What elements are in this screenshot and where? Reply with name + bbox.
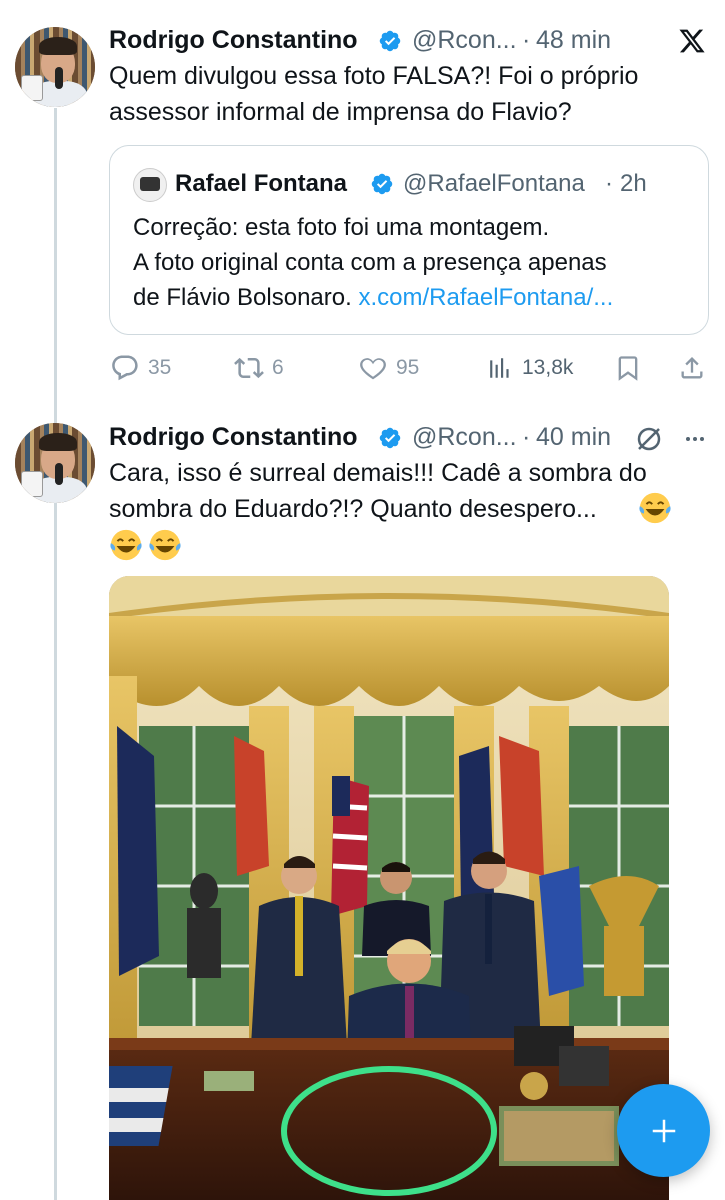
reply-button[interactable]: 35: [110, 350, 171, 386]
compose-plus-icon: [652, 1119, 675, 1142]
tweet-photo[interactable]: [109, 576, 669, 1200]
repost-icon: [234, 357, 264, 379]
tweet-actions: 35 6 95 13,8k: [108, 350, 708, 386]
like-button[interactable]: 95: [358, 350, 419, 386]
views-button[interactable]: 13,8k: [488, 350, 573, 386]
share-icon: [681, 357, 703, 379]
avatar[interactable]: [15, 423, 95, 503]
separator-dot: ·: [522, 423, 531, 451]
reply-icon: [112, 355, 138, 381]
reply-count: 35: [148, 356, 172, 379]
more-icon[interactable]: [680, 427, 710, 451]
tears-of-joy-emoji-icon: [110, 529, 142, 561]
grok-icon[interactable]: [634, 424, 664, 454]
author-handle[interactable]: @Rcon...: [412, 26, 517, 55]
separator-dot: ·: [522, 26, 531, 54]
tweet-text: Cara, isso é surreal demais!!! Cadê a so…: [109, 459, 647, 523]
bookmark-button[interactable]: [614, 350, 642, 386]
like-icon: [360, 358, 386, 380]
verified-badge-icon: [371, 173, 393, 195]
repost-button[interactable]: 6: [234, 350, 284, 386]
author-name[interactable]: Rodrigo Constantino: [109, 26, 358, 55]
oval-office-photo: [109, 576, 669, 1200]
quote-link[interactable]: x.com/RafaelFontana/...: [358, 284, 613, 311]
timestamp[interactable]: 40 min: [536, 423, 611, 452]
thread-line: [54, 108, 57, 1200]
tears-of-joy-emoji-icon: [639, 492, 671, 524]
x-logo-icon[interactable]: [678, 27, 706, 55]
author-name[interactable]: Rodrigo Constantino: [109, 423, 358, 452]
tweet-text: Quem divulgou essa foto FALSA?! Foi o pr…: [109, 62, 639, 126]
verified-badge-icon: [379, 30, 401, 52]
verified-badge-icon: [379, 427, 401, 449]
tears-of-joy-emoji-icon: [149, 529, 181, 561]
quote-text: Correção: esta foto foi uma montagem. A …: [133, 214, 614, 311]
quote-handle: @RafaelFontana: [403, 170, 585, 197]
separator-dot: ·: [605, 170, 613, 197]
avatar[interactable]: [15, 27, 95, 107]
repost-count: 6: [272, 356, 284, 379]
views-icon: [490, 358, 509, 378]
bookmark-icon: [618, 356, 638, 381]
compose-button[interactable]: [617, 1084, 710, 1177]
share-button[interactable]: [678, 350, 706, 386]
timestamp[interactable]: 48 min: [536, 26, 611, 55]
quote-author-name: Rafael Fontana: [175, 170, 348, 197]
like-count: 95: [396, 356, 420, 379]
views-count: 13,8k: [522, 356, 574, 379]
author-handle[interactable]: @Rcon...: [412, 423, 517, 452]
quote-timestamp: 2h: [620, 170, 647, 197]
quote-avatar: [133, 168, 167, 202]
